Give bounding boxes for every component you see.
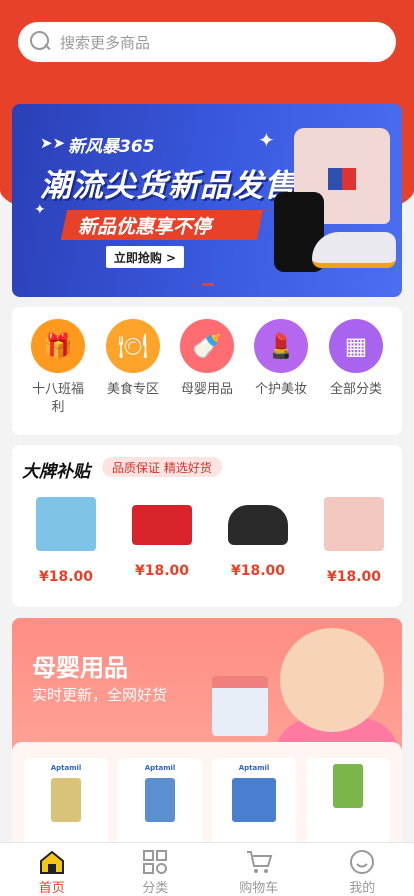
tab-label: 首页 xyxy=(38,881,65,896)
mother-baby-section[interactable]: 母婴用品 实时更新，全网好货 Aptamil Aptamil Aptamil xyxy=(12,618,402,848)
profile-icon xyxy=(350,850,375,874)
product-image xyxy=(228,505,288,545)
cosmetics-icon: 💄 xyxy=(254,319,308,373)
gift-icon: 🎁 xyxy=(31,319,85,373)
category-label: 个护美妆 xyxy=(254,382,307,397)
product-card[interactable]: ¥18.00 xyxy=(210,493,306,579)
grid-icon: ▦ xyxy=(329,319,383,373)
banner-brand: 新风暴365 xyxy=(68,137,155,157)
buy-now-button[interactable]: 立即抢购 > xyxy=(106,246,184,268)
product-brand: Aptamil xyxy=(144,764,176,772)
product-image xyxy=(324,497,384,551)
product-card[interactable]: Aptamil xyxy=(24,758,108,848)
search-icon xyxy=(30,31,52,53)
tab-label: 我的 xyxy=(349,881,376,896)
tshirt-logo xyxy=(328,168,356,190)
category-welfare[interactable]: 🎁 十八班福利 xyxy=(19,319,97,417)
category-baby[interactable]: 🍼 母婴用品 xyxy=(168,319,246,399)
category-label: 母婴用品 xyxy=(180,382,233,397)
product-image xyxy=(145,778,175,822)
section-title: 母婴用品 xyxy=(32,654,128,682)
product-price: ¥18.00 xyxy=(230,563,286,579)
lightning-icon: ➤➤ xyxy=(40,134,66,152)
product-brand: Aptamil xyxy=(50,764,82,772)
banner-headline: 潮流尖货新品发售 xyxy=(40,168,296,204)
product-card[interactable]: Aptamil xyxy=(212,758,296,848)
milk-powder-box-image xyxy=(212,676,268,736)
product-card[interactable]: ¥18.00 xyxy=(18,493,114,585)
tab-home[interactable]: 首页 xyxy=(0,843,104,896)
section-title: 大牌补贴 xyxy=(22,462,90,482)
product-image xyxy=(232,778,276,822)
search-bar[interactable]: 搜索更多商品 xyxy=(18,22,396,62)
product-card[interactable]: ¥18.00 xyxy=(306,493,402,585)
cart-icon xyxy=(246,851,273,873)
sneaker-image xyxy=(312,232,396,268)
product-card[interactable]: Aptamil xyxy=(118,758,202,848)
category-all[interactable]: ▦ 全部分类 xyxy=(317,319,395,399)
search-input[interactable]: 搜索更多商品 xyxy=(60,32,150,53)
section-subtitle: 品质保证 精选好货 xyxy=(102,457,222,477)
product-image xyxy=(333,764,363,808)
brand-subsidy-section: 大牌补贴 品质保证 精选好货 ¥18.00 ¥18.00 ¥18.00 ¥18.… xyxy=(12,445,402,607)
tab-label: 分类 xyxy=(142,881,169,896)
product-brand: Aptamil xyxy=(238,764,270,772)
tab-cart[interactable]: 购物车 xyxy=(207,843,311,896)
sparkle-icon: ✦ xyxy=(258,128,275,152)
product-price: ¥18.00 xyxy=(326,569,382,585)
baby-image xyxy=(280,628,384,732)
product-price: ¥18.00 xyxy=(38,569,94,585)
tab-label: 购物车 xyxy=(239,881,279,896)
food-cloche-icon: 🍽 xyxy=(106,319,160,373)
category-label: 美食专区 xyxy=(106,382,159,397)
section-subtitle: 实时更新，全网好货 xyxy=(32,686,168,704)
product-image xyxy=(132,505,192,545)
promo-banner[interactable]: ✦ ✦ ➤➤ 新风暴365 潮流尖货新品发售 新品优惠享不停 立即抢购 > xyxy=(12,104,402,297)
category-icon xyxy=(143,850,168,874)
tab-category[interactable]: 分类 xyxy=(104,843,208,896)
home-icon xyxy=(39,850,64,874)
tab-profile[interactable]: 我的 xyxy=(311,843,414,896)
category-grid: 🎁 十八班福利 🍽 美食专区 🍼 母婴用品 💄 个护美妆 ▦ 全部分类 xyxy=(12,307,402,435)
bottom-tab-bar: 首页 分类 购物车 我的 xyxy=(0,842,414,896)
baby-bottle-icon: 🍼 xyxy=(180,319,234,373)
product-image xyxy=(51,778,81,822)
carousel-indicator[interactable] xyxy=(202,283,214,286)
product-card[interactable] xyxy=(306,758,390,848)
category-label: 十八班福利 xyxy=(31,382,84,415)
product-price: ¥18.00 xyxy=(134,563,190,579)
product-card[interactable]: ¥18.00 xyxy=(114,493,210,579)
product-image xyxy=(36,497,96,551)
category-label: 全部分类 xyxy=(329,382,382,397)
category-food[interactable]: 🍽 美食专区 xyxy=(94,319,172,399)
category-cosmetics[interactable]: 💄 个护美妆 xyxy=(242,319,320,399)
banner-tagline: 新品优惠享不停 xyxy=(78,216,212,238)
